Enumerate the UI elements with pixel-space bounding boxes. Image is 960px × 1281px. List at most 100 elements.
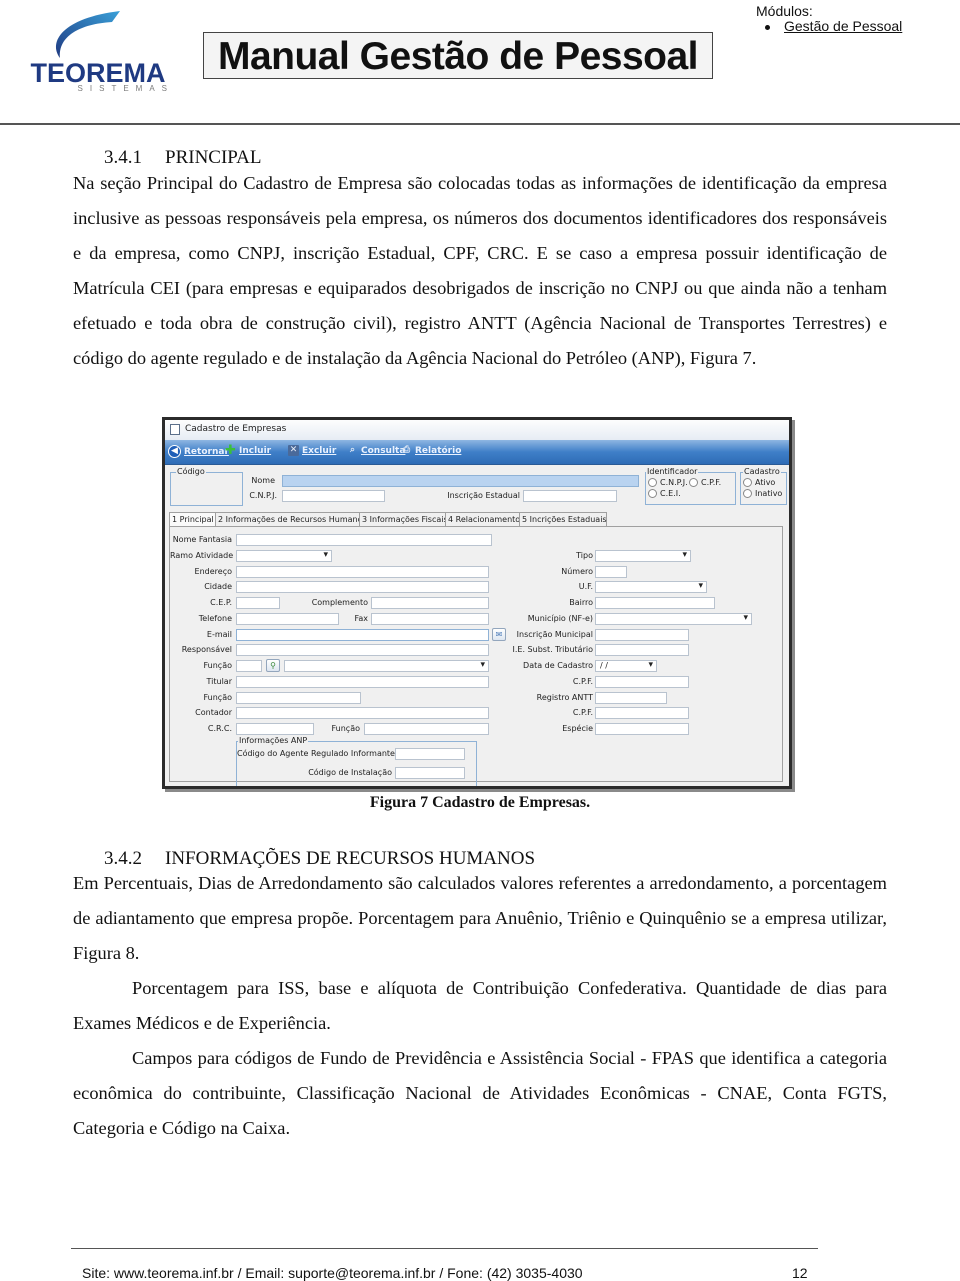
inscricao-municipal-input[interactable] (595, 629, 689, 641)
delete-icon: ✕ (288, 445, 299, 456)
especie-label: Espécie (562, 724, 593, 733)
funcao-label-3: Função (331, 724, 361, 733)
plus-icon: ✚ (225, 443, 236, 458)
data-cadastro-picker[interactable]: / / (595, 660, 657, 672)
bairro-label: Bairro (569, 598, 593, 607)
endereco-input[interactable] (236, 566, 489, 578)
registro-antt-input[interactable] (595, 692, 667, 704)
crc-input[interactable] (236, 723, 314, 735)
ie-subst-tributario-input[interactable] (595, 644, 689, 656)
consulta-button[interactable]: ⌕ Consulta (347, 445, 405, 456)
email-label: E-mail (206, 630, 232, 639)
cnpj-input[interactable] (282, 490, 385, 502)
funcao-select[interactable] (284, 660, 489, 672)
document-title: Manual Gestão de Pessoal (203, 32, 713, 79)
header-divider (0, 123, 960, 125)
tipo-select[interactable] (595, 550, 691, 562)
printer-icon: ⎙ (402, 445, 411, 455)
responsavel-input[interactable] (236, 644, 489, 656)
radio-ativo[interactable]: Ativo (743, 478, 775, 487)
ie-subst-tributario-label: I.E. Subst. Tributário (512, 645, 593, 654)
cpf-label-1: C.P.F. (572, 677, 593, 686)
cnpj-label: C.N.P.J. (249, 491, 277, 500)
page-number: 12 (792, 1265, 808, 1281)
funcao-label-2: Função (203, 693, 233, 702)
nome-input[interactable] (282, 475, 639, 487)
inscricao-municipal-label: Inscrição Municipal (516, 630, 593, 639)
cep-input[interactable] (236, 597, 280, 609)
codigo-instalacao-label: Código de Instalação (308, 768, 392, 777)
window-title: Cadastro de Empresas (185, 424, 287, 434)
complemento-input[interactable] (371, 597, 489, 609)
cadastro-group: Cadastro Ativo Inativo (740, 467, 787, 505)
telefone-input[interactable] (236, 613, 339, 625)
radio-inativo[interactable]: Inativo (743, 489, 782, 498)
back-arrow-icon: ◀ (168, 445, 181, 458)
section-2-paragraph-2: Porcentagem para ISS, base e alíquota de… (73, 978, 887, 1033)
incluir-button[interactable]: ✚ Incluir (225, 443, 271, 458)
inscricao-estadual-label: Inscrição Estadual (447, 491, 520, 500)
tab-recursos-humanos[interactable]: 2 Informações de Recursos Humanos (215, 512, 367, 526)
registro-antt-label: Registro ANTT (536, 693, 593, 702)
modulos-label: Módulos: (756, 3, 813, 19)
funcao-input-2[interactable] (236, 692, 361, 704)
email-input[interactable] (236, 629, 489, 641)
data-cadastro-label: Data de Cadastro (523, 661, 593, 670)
cidade-label: Cidade (204, 582, 232, 591)
tab-principal[interactable]: 1 Principal (169, 512, 217, 527)
search-add-icon: ⚲ (270, 661, 276, 670)
ramo-atividade-select[interactable] (236, 550, 332, 562)
inscricao-estadual-input[interactable] (523, 490, 617, 502)
municipio-label: Município (NF-e) (527, 614, 593, 623)
contador-label: Contador (195, 708, 232, 717)
identificador-legend: Identificador (646, 467, 699, 476)
fax-input[interactable] (371, 613, 489, 625)
heading-number: 3.4.1 (104, 147, 142, 168)
codigo-legend: Código (176, 467, 206, 476)
cidade-input[interactable] (236, 581, 489, 593)
nome-fantasia-input[interactable] (236, 534, 492, 546)
tab-inscricoes-estaduais[interactable]: 5 Incrições Estaduais (519, 512, 607, 526)
agente-regulado-input[interactable] (395, 748, 465, 760)
funcao-input-3[interactable] (364, 723, 489, 735)
tab-relacionamentos[interactable]: 4 Relacionamentos (445, 512, 524, 526)
excluir-button[interactable]: ✕ Excluir (288, 445, 336, 456)
especie-input[interactable] (595, 723, 689, 735)
numero-label: Número (561, 567, 593, 576)
radio-cpf[interactable]: C.P.F. (689, 478, 721, 487)
section-2-paragraph-3: Campos para códigos de Fundo de Previdên… (73, 1048, 887, 1138)
modulo-link-gestao-pessoal[interactable]: Gestão de Pessoal (784, 18, 902, 34)
contador-input[interactable] (236, 707, 489, 719)
uf-label: U.F. (578, 582, 593, 591)
bairro-input[interactable] (595, 597, 715, 609)
footer-divider (71, 1248, 818, 1249)
cpf-input-2[interactable] (595, 707, 689, 719)
footer-contact: Site: www.teorema.inf.br / Email: suport… (82, 1265, 583, 1281)
numero-input[interactable] (595, 566, 627, 578)
tipo-label: Tipo (576, 551, 593, 560)
cadastro-empresas-window: Cadastro de Empresas ◀ Retornar ✚ Incluir … (162, 417, 792, 789)
codigo-instalacao-input[interactable] (395, 767, 465, 779)
radio-cei[interactable]: C.E.I. (648, 489, 681, 498)
relatorio-button[interactable]: ⎙ Relatório (401, 445, 462, 456)
retornar-button[interactable]: ◀ Retornar (168, 445, 229, 458)
responsavel-label: Responsável (181, 645, 232, 654)
funcao-search-button[interactable]: ⚲ (266, 659, 280, 672)
radio-cnpj[interactable]: C.N.P.J. (648, 478, 688, 487)
anp-legend: Informações ANP (238, 736, 309, 745)
tab-informacoes-fiscais[interactable]: 3 Informações Fiscais (359, 512, 448, 526)
uf-select[interactable] (595, 581, 707, 593)
funcao-code-input[interactable] (236, 660, 262, 672)
figure-caption: Figura 7 Cadastro de Empresas. (369, 794, 591, 811)
telefone-label: Telefone (198, 614, 232, 623)
search-icon: ⌕ (349, 445, 356, 455)
fax-label: Fax (354, 614, 368, 623)
logo-swoosh-icon (56, 11, 120, 58)
anp-group: Informações ANP Código do Agente Regulad… (236, 736, 477, 786)
titular-input[interactable] (236, 676, 489, 688)
agente-regulado-label: Código do Agente Regulado Informante (237, 749, 395, 758)
cpf-input-1[interactable] (595, 676, 689, 688)
identificador-group: Identificador C.N.P.J. C.P.F. C.E.I. (645, 467, 736, 505)
section-2-paragraph-1: Em Percentuais, Dias de Arredondamento s… (73, 873, 887, 963)
municipio-select[interactable] (595, 613, 752, 625)
